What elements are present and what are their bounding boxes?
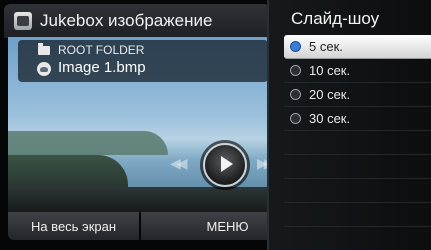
image-file-icon [37,62,51,76]
slideshow-panel: Слайд-шоу 5 сек. 10 сек. 20 сек. 30 сек. [267,0,431,250]
folder-icon [38,43,50,55]
slideshow-interval-list: 5 сек. 10 сек. 20 сек. 30 сек. [284,35,431,227]
photo-hill [8,131,168,155]
radio-icon [290,113,301,124]
image-viewer-panel: Jukebox изображение ROOT FOLDER Image 1.… [0,0,274,250]
file-info-box: ROOT FOLDER Image 1.bmp [18,40,268,82]
interval-label: 30 сек. [309,111,351,126]
folder-label: ROOT FOLDER [58,43,145,57]
previous-icon[interactable]: ◀◀ [170,155,187,172]
empty-row [284,179,431,203]
fullscreen-button[interactable]: На весь экран [8,212,139,240]
radio-icon [290,41,301,52]
slideshow-title: Слайд-шоу [291,9,380,28]
radio-icon [290,89,301,100]
app-title: Jukebox изображение [40,11,213,30]
empty-row [284,155,431,179]
title-bar: Jukebox изображение [4,4,270,38]
play-button[interactable] [203,143,247,187]
jukebox-image-screen: Jukebox изображение ROOT FOLDER Image 1.… [0,0,431,250]
empty-row [284,131,431,155]
empty-row [284,203,431,227]
photo-rocks [8,187,274,213]
radio-icon [290,65,301,76]
file-name: Image 1.bmp [58,59,146,76]
jukebox-image-icon [14,12,32,30]
interval-label: 5 сек. [309,39,343,54]
interval-label: 10 сек. [309,63,351,78]
interval-option-20[interactable]: 20 сек. [284,83,431,107]
interval-option-10[interactable]: 10 сек. [284,59,431,83]
interval-label: 20 сек. [309,87,351,102]
menu-button[interactable]: МЕНЮ [141,212,274,240]
interval-option-5[interactable]: 5 сек. [284,35,431,59]
interval-option-30[interactable]: 30 сек. [284,107,431,131]
